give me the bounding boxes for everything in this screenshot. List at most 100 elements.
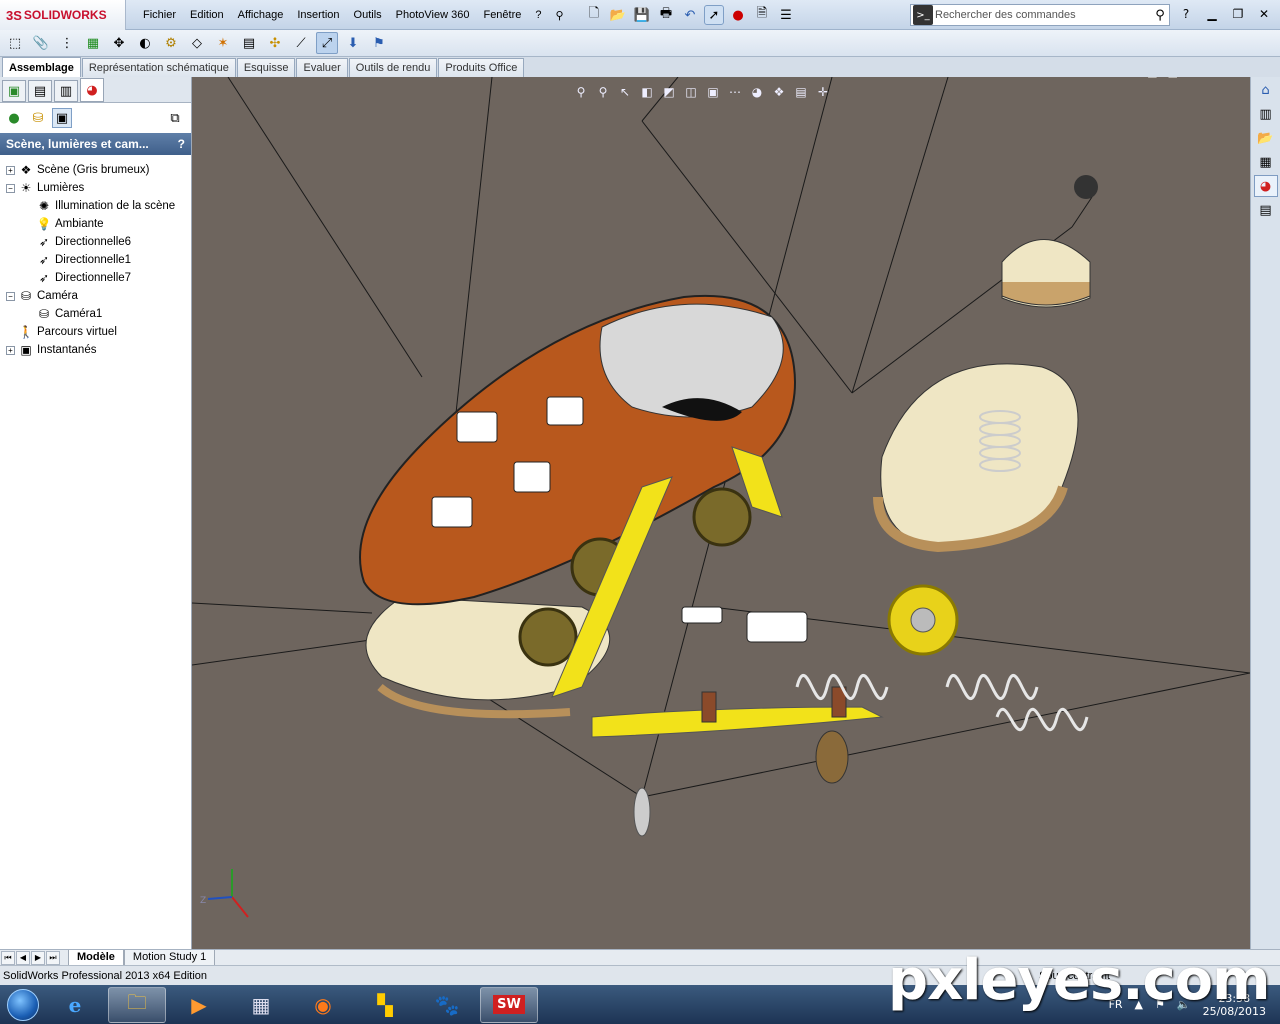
smart-fasteners-icon[interactable]: ▦	[82, 32, 104, 54]
pin-icon[interactable]: ⚲	[549, 9, 571, 22]
menu-insertion[interactable]: Insertion	[290, 9, 346, 21]
mate-icon[interactable]: 📎	[30, 32, 52, 54]
solidworks-logo[interactable]: 3S SOLIDWORKS	[0, 0, 126, 30]
tree-node[interactable]: ✺ Illumination de la scène	[0, 197, 191, 215]
apply-scene-icon[interactable]: ❖	[770, 83, 788, 101]
last-tab-icon[interactable]: ⏭	[46, 950, 60, 965]
tree-node[interactable]: + ▣ Instantanés	[0, 341, 191, 359]
display-manager-tab-icon[interactable]: ◕	[80, 78, 104, 102]
viewport-minimize-icon[interactable]: —	[1188, 77, 1199, 79]
rotate-view-icon[interactable]: ✛	[814, 83, 832, 101]
instant3d-icon[interactable]: ⤢	[316, 32, 338, 54]
next-tab-icon[interactable]: ▶	[31, 950, 45, 965]
feature-manager-tab-icon[interactable]: ▣	[2, 80, 26, 102]
assembly-features-icon[interactable]: ⚙	[160, 32, 182, 54]
property-manager-tab-icon[interactable]: ▤	[28, 80, 52, 102]
bill-of-materials-icon[interactable]: ▤	[238, 32, 260, 54]
tree-node[interactable]: 💡 Ambiante	[0, 215, 191, 233]
tree-node[interactable]: ➶ Directionnelle1	[0, 251, 191, 269]
gimp-icon[interactable]: 🐾	[418, 987, 476, 1023]
take-snapshot-icon[interactable]: ⚑	[368, 32, 390, 54]
custom-properties-icon[interactable]: ▤	[1254, 199, 1278, 221]
options-icon[interactable]: ☰	[776, 5, 796, 25]
tab-modele[interactable]: Modèle	[68, 949, 124, 966]
tree-expander-icon[interactable]: −	[6, 291, 15, 301]
viewport-next-icon[interactable]: ◨	[1168, 77, 1178, 79]
tab-esquisse[interactable]: Esquisse	[236, 58, 296, 77]
insert-component-icon[interactable]: ⬚	[4, 32, 26, 54]
search-input[interactable]: Rechercher des commandes	[935, 9, 1151, 21]
viewport-close-icon[interactable]: ✕	[1229, 77, 1238, 79]
linear-pattern-icon[interactable]: ⋮	[56, 32, 78, 54]
decals-icon[interactable]: ⛁	[28, 108, 48, 128]
tab-produits-office[interactable]: Produits Office	[438, 58, 525, 77]
open-folder-icon[interactable]: 📂	[608, 5, 628, 25]
internet-explorer-icon[interactable]: e	[46, 987, 104, 1023]
menu-outils[interactable]: Outils	[347, 9, 389, 21]
solidworks-taskbar-icon[interactable]: SW	[480, 986, 538, 1023]
3d-model-render[interactable]: Z	[192, 77, 1250, 949]
appearance-icon[interactable]: ●	[4, 108, 24, 128]
tab-motion-study-1[interactable]: Motion Study 1	[123, 949, 216, 966]
menu-photoview[interactable]: PhotoView 360	[389, 9, 477, 21]
viewport-restore-icon[interactable]: ❐	[1209, 77, 1219, 79]
hide-show-items-icon[interactable]: ⋯	[726, 83, 744, 101]
tree-expander-icon[interactable]: +	[6, 165, 15, 175]
file-explorer-icon[interactable]: 📂	[1254, 127, 1278, 149]
exploded-view-icon[interactable]: ✣	[264, 32, 286, 54]
graphics-area[interactable]: Z ⚲ ⚲ ↖ ◧ ◩ ◫ ▣ ⋯ ◕ ❖ ▤ ✛ ◧ ◨ — ❐ ✕	[192, 77, 1250, 949]
zoom-to-area-icon[interactable]: ⚲	[594, 83, 612, 101]
puzzle-app-icon[interactable]: ▚	[356, 987, 414, 1023]
menu-affichage[interactable]: Affichage	[231, 9, 291, 21]
move-component-icon[interactable]: ✥	[108, 32, 130, 54]
edit-appearance-icon[interactable]: ◕	[748, 83, 766, 101]
volume-icon[interactable]: 🔈	[1177, 998, 1191, 1011]
media-player-icon[interactable]: ▶	[170, 987, 228, 1023]
tab-representation-schematique[interactable]: Représentation schématique	[81, 58, 236, 77]
tree-node[interactable]: ➶ Directionnelle6	[0, 233, 191, 251]
update-speedpak-icon[interactable]: ⬇	[342, 32, 364, 54]
view-options-icon[interactable]: ⧉	[165, 108, 185, 128]
panel-help-icon[interactable]: ?	[178, 137, 185, 151]
menu-fenetre[interactable]: Fenêtre	[476, 9, 528, 21]
print-icon[interactable]: 🖶	[656, 5, 676, 25]
tree-expander-icon[interactable]: −	[6, 183, 15, 193]
tree-node[interactable]: 🚶 Parcours virtuel	[0, 323, 191, 341]
minimize-icon[interactable]: ▁	[1200, 4, 1224, 24]
tree-node[interactable]: ⛁ Caméra1	[0, 305, 191, 323]
first-tab-icon[interactable]: ⏮	[1, 950, 15, 965]
file-explorer-taskbar-icon[interactable]: 🗀	[108, 986, 166, 1023]
search-icon[interactable]: ⚲	[1151, 8, 1169, 23]
dynamic-annotation-icon[interactable]: ◩	[660, 83, 678, 101]
clock[interactable]: 23:58 25/08/2013	[1203, 992, 1266, 1018]
view-settings-icon[interactable]: ▤	[792, 83, 810, 101]
appearances-scenes-icon[interactable]: ◕	[1253, 175, 1278, 197]
show-hidden-icon[interactable]: ◐	[134, 32, 156, 54]
tab-outils-de-rendu[interactable]: Outils de rendu	[348, 58, 438, 77]
firefox-icon[interactable]: ◉	[294, 987, 352, 1023]
explode-line-sketch-icon[interactable]: ⟋	[290, 32, 312, 54]
view-palette-icon[interactable]: ▦	[1254, 151, 1278, 173]
file-properties-icon[interactable]: 🗎	[752, 5, 772, 25]
action-center-icon[interactable]: ⚑	[1155, 998, 1165, 1011]
tree-node[interactable]: + ❖ Scène (Gris brumeux)	[0, 161, 191, 179]
tree-node[interactable]: − ☀ Lumières	[0, 179, 191, 197]
section-view-icon[interactable]: ◧	[638, 83, 656, 101]
tab-assemblage[interactable]: Assemblage	[2, 57, 81, 77]
undo-icon[interactable]: ↶	[680, 5, 700, 25]
help-icon[interactable]: ?	[1174, 4, 1198, 24]
prev-tab-icon[interactable]: ◀	[16, 950, 30, 965]
tray-expand-icon[interactable]: ▲	[1135, 998, 1143, 1011]
tree-expander-icon[interactable]: +	[6, 345, 15, 355]
save-icon[interactable]: 💾	[632, 5, 652, 25]
zoom-to-fit-icon[interactable]: ⚲	[572, 83, 590, 101]
menu-help[interactable]: ?	[528, 9, 548, 21]
calculator-icon[interactable]: ▦	[232, 987, 290, 1023]
configuration-manager-tab-icon[interactable]: ▥	[54, 80, 78, 102]
display-style-icon[interactable]: ▣	[704, 83, 722, 101]
tree-node[interactable]: − ⛁ Caméra	[0, 287, 191, 305]
close-icon[interactable]: ✕	[1252, 4, 1276, 24]
previous-view-icon[interactable]: ↖	[616, 83, 634, 101]
view-orientation-icon[interactable]: ◫	[682, 83, 700, 101]
rebuild-traffic-light-icon[interactable]: ●	[728, 5, 748, 25]
